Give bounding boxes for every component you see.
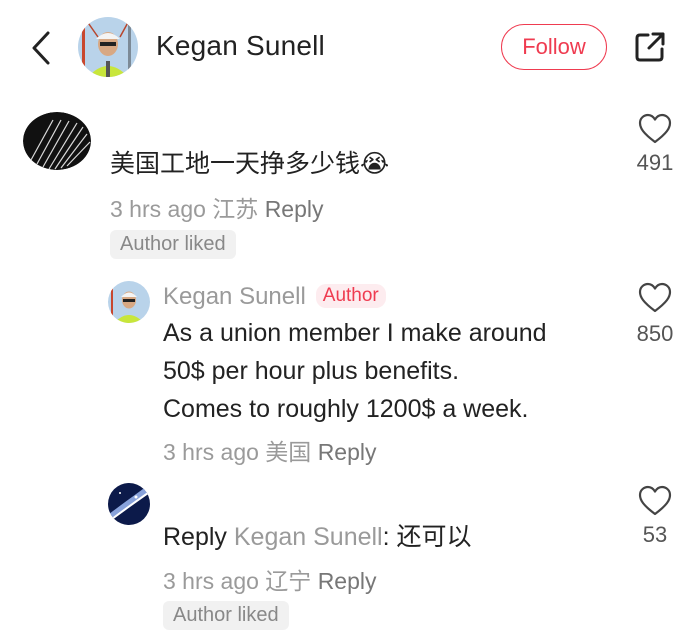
commenter-avatar[interactable]	[23, 112, 91, 170]
reply-button[interactable]: Reply	[318, 439, 377, 465]
reply-comment-location: 辽宁	[265, 568, 312, 594]
reply-button[interactable]: Reply	[265, 196, 324, 222]
reply-to-name[interactable]: Kegan Sunell	[234, 523, 383, 551]
heart-icon[interactable]	[638, 113, 672, 145]
reply-text-line: 50$ per hour plus benefits.	[163, 357, 460, 385]
reply-comment-time: 3 hrs ago	[163, 568, 259, 594]
crying-emoji: 😭	[360, 149, 390, 178]
author-liked-badge: Author liked	[163, 601, 289, 630]
like-count: 53	[642, 522, 668, 547]
reply-comment-meta: 3 hrs ago 辽宁 Reply	[163, 562, 377, 596]
author-liked-badge: Author liked	[110, 230, 236, 259]
reply-author-name[interactable]: Kegan Sunell	[163, 283, 306, 310]
reply-time: 3 hrs ago	[163, 439, 259, 465]
heart-icon[interactable]	[638, 282, 672, 314]
author-avatar[interactable]	[78, 17, 138, 77]
comment-text: 美国工地一天挣多少钱😭	[110, 145, 389, 183]
follow-button[interactable]: Follow	[501, 24, 607, 70]
comment-location: 江苏	[212, 196, 259, 222]
reply-comment-body: : 还可以	[382, 523, 472, 551]
author-reply-avatar[interactable]	[108, 281, 150, 323]
reply-button[interactable]: Reply	[318, 568, 377, 594]
reply-author-row: Kegan Sunell Author	[163, 283, 386, 311]
comment-meta: 3 hrs ago 江苏 Reply	[110, 190, 324, 224]
replier-avatar[interactable]	[108, 483, 150, 525]
reply-text-line: As a union member I make around	[163, 319, 547, 347]
like-count: 491	[636, 150, 674, 175]
reply-text-line: Comes to roughly 1200$ a week.	[163, 395, 529, 423]
reply-text: As a union member I make around 50$ per …	[163, 314, 547, 428]
comment-time: 3 hrs ago	[110, 196, 206, 222]
reply-location: 美国	[265, 439, 312, 465]
author-tag: Author	[315, 284, 386, 308]
header-user-name[interactable]: Kegan Sunell	[156, 30, 325, 62]
comment-body: 美国工地一天挣多少钱	[110, 150, 361, 178]
reply-meta: 3 hrs ago 美国 Reply	[163, 433, 377, 467]
heart-icon[interactable]	[638, 485, 672, 517]
back-icon[interactable]	[28, 30, 58, 66]
share-icon[interactable]	[632, 29, 668, 65]
like-count: 850	[636, 321, 674, 346]
reply-prefix: Reply	[163, 523, 227, 551]
reply-comment-text: Reply Kegan Sunell: 还可以	[163, 518, 472, 556]
